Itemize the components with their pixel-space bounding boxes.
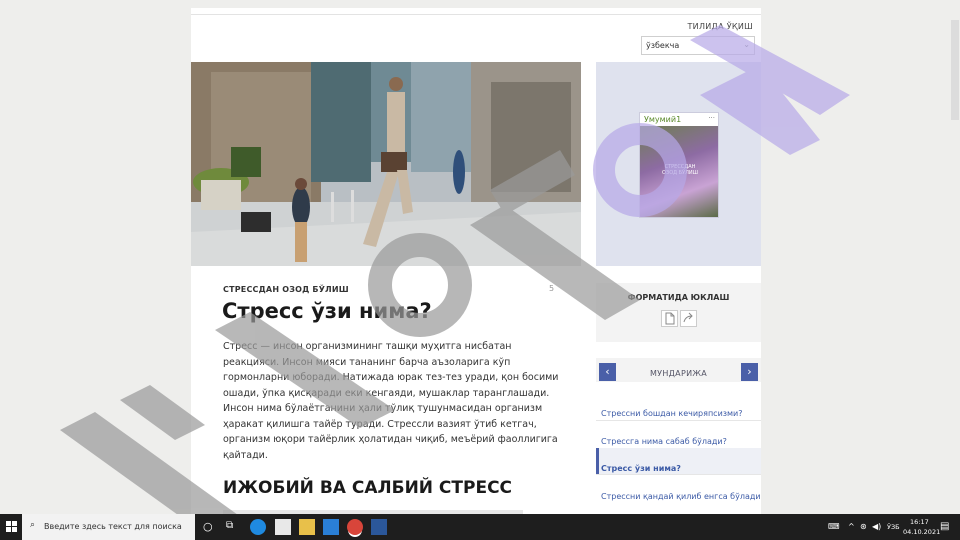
volume-icon[interactable]: ◀) [872,522,881,531]
promo-panel: Умумий1 ··· СТРЕССДАН ОЗОД БЎЛИШ [596,62,761,266]
edge-browser-icon[interactable] [250,519,266,535]
search-placeholder: Введите здесь текст для поиска [44,522,182,531]
input-language[interactable]: ЎЗБ [887,523,900,531]
cortana-icon[interactable]: ○ [203,520,219,536]
paragraph-line: ҳаракат қилишга тайёр туради. Стрессли в… [223,418,537,430]
share-icon[interactable] [680,310,697,327]
article-eyebrow: СТРЕССДАН ОЗОД БЎЛИШ [223,285,349,294]
toc-next-button[interactable]: › [741,363,758,381]
keyboard-icon[interactable]: ⌨ [828,522,840,531]
divider [596,474,761,475]
article-title: Стресс ўзи нима? [222,299,432,323]
mail-icon[interactable] [323,519,339,535]
clock-date[interactable]: 04.10.2021 [903,528,940,536]
city-street-photo [191,62,581,266]
article-paragraph: Стресс — инсон организмининг ташқи муҳит… [223,339,559,463]
paragraph-line: реакцияси. Инсон мияси тананинг барча аъ… [223,356,511,368]
toc-item-active[interactable]: Стресс ўзи нима? [601,464,681,473]
document-icon[interactable] [661,310,678,327]
scrollbar-thumb[interactable] [951,20,959,120]
taskbar-search[interactable]: ⌕ Введите здесь текст для поиска [22,514,195,540]
notification-icon[interactable]: ▤ [940,521,949,532]
windows-start-icon[interactable] [5,519,21,535]
hero-photo [191,62,581,266]
browser-scrollbar[interactable] [950,0,960,514]
top-divider [191,14,761,15]
paragraph-line: организм юқори тайёрлик ҳолатидан чиқиб,… [223,434,558,445]
language-selected-value: ўзбекча [646,41,680,50]
toc-item[interactable]: Стрессни қандай қилиб енгса бўлади? [601,492,761,501]
download-format-panel: ФОРМАТИДА ЮКЛАШ [596,283,761,342]
more-icon: ··· [708,114,715,122]
network-icon[interactable]: ⊛ [860,522,867,531]
language-label: ТИЛИДА ЎҚИШ [687,22,753,31]
toc-header: ‹ МУНДАРИЖА › [596,358,761,382]
toc-item[interactable]: Стрессни бошдан кечиряпсизми? [601,409,743,418]
article-marker: 5 [549,284,555,293]
clock-time[interactable]: 16:17 [910,518,929,526]
chevron-down-icon: ⌄ [743,40,750,49]
search-icon: ⌕ [30,520,36,530]
word-icon[interactable] [371,519,387,535]
download-format-label: ФОРМАТИДА ЮКЛАШ [627,293,730,302]
file-explorer-icon[interactable] [299,519,315,535]
promo-thumbnail[interactable]: Умумий1 ··· СТРЕССДАН ОЗОД БЎЛИШ [639,112,719,218]
table-of-contents: ‹ МУНДАРИЖА › Стрессни бошдан кечиряпсиз… [596,358,761,514]
language-select[interactable]: ўзбекча ⌄ [641,36,755,55]
divider [596,420,761,421]
paragraph-line: қайтади. [223,449,268,461]
paragraph-line: ошади, ўпка қисқаради еки кенгаяди, муша… [223,387,550,399]
paragraph-line: Инсон нима бўлаётганини ҳали тўлиқ тушун… [223,403,543,414]
tray-up-chevron-icon[interactable]: ^ [848,522,855,531]
section-heading: ИЖОБИЙ ВА САЛБИЙ СТРЕСС [223,478,513,498]
promo-title: Умумий1 [644,115,682,124]
paragraph-line: гормонларни юборади. Натижада юрак тез-т… [223,372,559,383]
chrome-icon[interactable] [347,519,363,535]
article-page: ТИЛИДА ЎҚИШ ўзбекча ⌄ Умумий1 ··· СТРЕСС… [191,8,761,514]
store-icon[interactable] [275,519,291,535]
paragraph-line: Стресс — инсон организмининг ташқи муҳит… [223,341,512,352]
task-view-icon[interactable]: ⧉ [226,520,242,536]
promo-caption: СТРЕССДАН ОЗОД БЎЛИШ [662,164,698,176]
toc-item[interactable]: Стрессга нима сабаб бўлади? [601,437,727,446]
toc-label: МУНДАРИЖА [649,369,708,378]
taskbar: ⌕ Введите здесь текст для поиска ○ ⧉ ⌨ ^… [0,514,960,540]
promo-image: СТРЕССДАН ОЗОД БЎЛИШ [640,126,718,217]
